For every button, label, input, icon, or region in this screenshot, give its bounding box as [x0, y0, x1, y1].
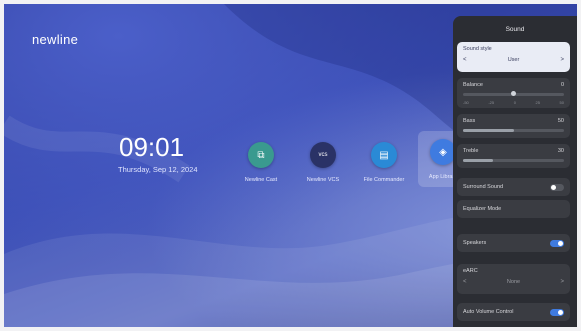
speakers-label: Speakers: [463, 240, 487, 246]
auto-volume-row[interactable]: Auto Volume Control: [457, 303, 570, 321]
bass-label: Bass: [463, 118, 476, 124]
speakers-toggle[interactable]: [550, 239, 564, 247]
balance-tick-label: 25: [535, 100, 540, 105]
treble-track[interactable]: [463, 159, 564, 162]
sound-style-value: User: [507, 57, 520, 63]
balance-label: Balance: [463, 82, 483, 88]
balance-ticks: -50 -25 0 25 50: [463, 100, 564, 105]
sound-style-selector[interactable]: Sound style < User >: [457, 42, 570, 72]
earc-value: None: [506, 279, 521, 285]
surround-toggle[interactable]: [550, 183, 564, 191]
treble-label: Treble: [463, 148, 479, 154]
app-label: File Commander: [363, 177, 405, 183]
auto-volume-toggle[interactable]: [550, 308, 564, 316]
app-label: Newline VCS: [306, 177, 340, 183]
treble-fill: [463, 159, 494, 162]
balance-knob[interactable]: [511, 91, 516, 96]
app-file-commander[interactable]: ▤ File Commander: [359, 142, 409, 183]
prev-arrow-icon[interactable]: <: [463, 57, 467, 63]
speakers-row[interactable]: Speakers: [457, 234, 570, 252]
bass-track[interactable]: [463, 129, 564, 132]
sound-style-label: Sound style: [463, 46, 492, 52]
clock-time: 09:01: [119, 132, 185, 162]
toggle-knob: [558, 309, 563, 315]
app-newline-cast[interactable]: ⧉ Newline Cast: [236, 142, 286, 183]
balance-tick-label: -50: [463, 100, 469, 105]
folder-icon-glyph: ▤: [379, 149, 389, 161]
prev-arrow-icon[interactable]: <: [463, 279, 467, 285]
next-arrow-icon[interactable]: >: [560, 57, 564, 63]
toggle-knob: [558, 240, 563, 246]
balance-slider[interactable]: Balance 0 -50 -25 0 25 50: [457, 78, 570, 108]
equalizer-mode-row[interactable]: Equalizer Mode: [457, 200, 570, 218]
bass-value: 50: [557, 118, 564, 124]
app-library-icon-glyph: ◈: [439, 146, 447, 158]
surround-label: Surround Sound: [463, 184, 504, 190]
bass-slider[interactable]: Bass 50: [457, 114, 570, 138]
toggle-knob: [551, 184, 556, 190]
app-newline-vcs[interactable]: vcs Newline VCS: [298, 142, 348, 183]
newline-logo: newline: [32, 32, 79, 47]
balance-track[interactable]: [463, 91, 564, 96]
vcs-icon: vcs: [310, 142, 336, 168]
equalizer-label: Equalizer Mode: [463, 206, 502, 212]
balance-tick-label: -25: [488, 100, 495, 105]
screen: newline 09:01 Thursday, Sep 12, 2024 ⧉ N…: [0, 0, 581, 331]
sound-panel: Sound Sound style < User > Balance 0 -50…: [453, 16, 577, 327]
app-label: Newline Cast: [244, 177, 278, 183]
earc-label: eARC: [463, 268, 478, 274]
treble-value: 30: [557, 148, 564, 154]
cast-icon-glyph: ⧉: [257, 149, 265, 161]
folder-icon: ▤: [371, 142, 397, 168]
balance-tick-label: 50: [559, 100, 564, 105]
balance-tick-label: 0: [513, 100, 516, 105]
bass-fill: [463, 129, 514, 132]
clock-date: Thursday, Sep 12, 2024: [118, 165, 198, 174]
next-arrow-icon[interactable]: >: [560, 279, 564, 285]
balance-value: 0: [560, 82, 564, 88]
auto-volume-label: Auto Volume Control: [463, 309, 514, 315]
cast-icon: ⧉: [248, 142, 274, 168]
surround-sound-row[interactable]: Surround Sound: [457, 178, 570, 196]
earc-selector[interactable]: eARC < None >: [457, 264, 570, 294]
treble-slider[interactable]: Treble 30: [457, 144, 570, 168]
vcs-icon-glyph: vcs: [318, 152, 328, 158]
panel-title: Sound: [505, 26, 525, 33]
